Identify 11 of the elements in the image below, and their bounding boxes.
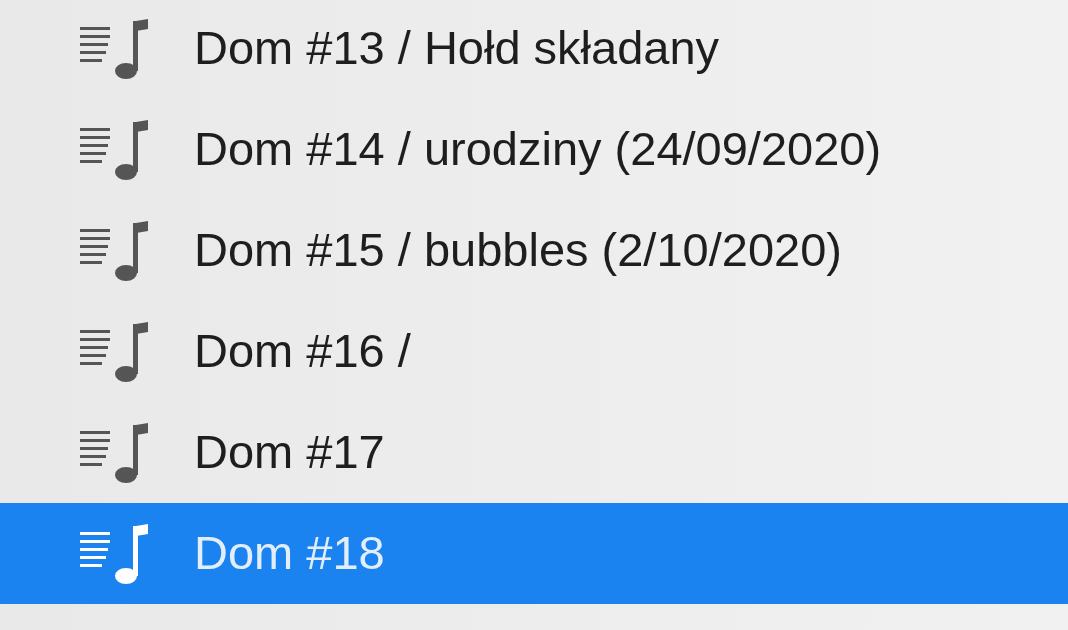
playlist-item[interactable]: Dom #13 / Hołd składany (0, 0, 1068, 99)
playlist-item[interactable]: Dom #16 / (0, 301, 1068, 402)
playlist-name: Dom #14 / urodziny (24/09/2020) (194, 121, 882, 178)
playlist-name: Dom #13 / Hołd składany (194, 20, 720, 77)
playlist-name: Dom #17 (194, 424, 385, 481)
playlist-name: Dom #15 / bubbles (2/10/2020) (194, 222, 842, 279)
playlist-item[interactable]: Dom #14 / urodziny (24/09/2020) (0, 99, 1068, 200)
playlist-item[interactable]: Dom #15 / bubbles (2/10/2020) (0, 200, 1068, 301)
playlist-name: Dom #16 / (194, 323, 411, 380)
playlist-item[interactable]: Dom #17 (0, 402, 1068, 503)
playlist-name: Dom #18 (194, 525, 385, 582)
